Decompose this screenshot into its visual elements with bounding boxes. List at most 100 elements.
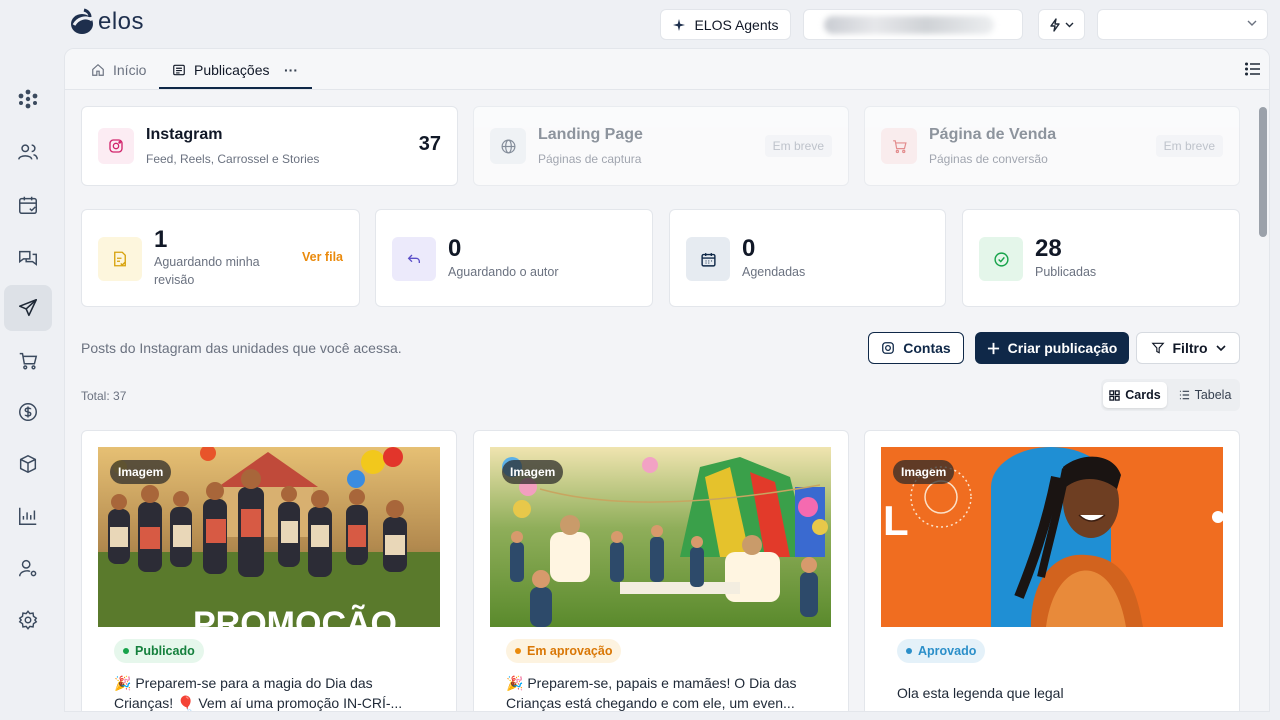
sidebar-item-calendar[interactable] bbox=[4, 182, 52, 228]
post-image-kids-party[interactable]: PROMOÇÃO Imagem bbox=[98, 447, 440, 627]
grid-icon bbox=[1109, 389, 1121, 401]
chevron-down-icon bbox=[1215, 344, 1226, 351]
channel-card-sales-page: Página de Venda Páginas de conversão Em … bbox=[864, 106, 1240, 186]
instagram-icon bbox=[109, 139, 123, 153]
document-review-icon bbox=[114, 251, 126, 267]
tab-home-label: Início bbox=[113, 61, 147, 78]
create-publication-label: Criar publicação bbox=[1007, 340, 1118, 356]
channel-card-instagram[interactable]: Instagram Feed, Reels, Carrossel e Stori… bbox=[81, 106, 458, 186]
elos-agents-button[interactable]: ELOS Agents bbox=[660, 9, 791, 40]
plus-icon bbox=[987, 342, 999, 354]
calendar-icon bbox=[700, 252, 716, 267]
stat-card-scheduled[interactable]: 0 Agendadas bbox=[669, 209, 946, 307]
reply-icon-box bbox=[392, 237, 436, 281]
stat-label: Aguardando minha revisão bbox=[154, 255, 260, 287]
post-image-family-party[interactable]: Imagem bbox=[490, 447, 831, 627]
tab-publications-label: Publicações bbox=[194, 61, 270, 78]
calendar-icon-box bbox=[686, 237, 730, 281]
tab-bar: Início Publicações ··· bbox=[65, 49, 1269, 90]
chevron-down-icon bbox=[1065, 22, 1074, 27]
post-caption: Ola esta legenda que legal bbox=[897, 685, 1064, 701]
dollar-icon bbox=[19, 403, 37, 421]
channel-card-landing-page: Landing Page Páginas de captura Em breve bbox=[473, 106, 849, 186]
view-table-button[interactable]: Tabela bbox=[1173, 382, 1237, 408]
stat-value: 0 bbox=[742, 235, 756, 262]
create-publication-button[interactable]: Criar publicação bbox=[975, 332, 1129, 364]
sidebar-item-network[interactable] bbox=[4, 76, 52, 122]
channel-title: Landing Page bbox=[538, 126, 643, 143]
chart-icon bbox=[19, 507, 37, 525]
channel-subtitle: Feed, Reels, Carrossel e Stories bbox=[146, 152, 320, 166]
sidebar-item-chat[interactable] bbox=[4, 235, 52, 281]
post-card[interactable]: L Imagem Aprovado Ola esta legenda que l… bbox=[864, 430, 1240, 711]
sidebar-item-users[interactable] bbox=[4, 129, 52, 175]
post-caption: 🎉 Preparem-se para a magia do Dia das Cr… bbox=[114, 675, 403, 711]
channel-count: 37 bbox=[418, 133, 441, 155]
elos-agents-label: ELOS Agents bbox=[694, 16, 779, 33]
view-queue-link[interactable]: Ver fila bbox=[302, 250, 343, 264]
post-card[interactable]: PROMOÇÃO Imagem Publicado 🎉 Preparem-se … bbox=[81, 430, 457, 711]
tab-home[interactable]: Início bbox=[91, 49, 146, 90]
gear-icon bbox=[18, 610, 38, 630]
post-card[interactable]: Imagem Em aprovação 🎉 Preparem-se, papai… bbox=[473, 430, 849, 711]
tab-more[interactable]: ··· bbox=[284, 49, 298, 90]
sidebar-item-cart[interactable] bbox=[4, 338, 52, 384]
accounts-button[interactable]: Contas bbox=[868, 332, 964, 364]
channel-title: Página de Venda bbox=[929, 126, 1057, 143]
stat-label: Publicadas bbox=[1035, 265, 1097, 279]
stat-card-published[interactable]: 28 Publicadas bbox=[962, 209, 1240, 307]
status-label: Publicado bbox=[135, 644, 195, 658]
check-circle-icon bbox=[993, 251, 1009, 267]
sidebar-item-user-settings[interactable] bbox=[4, 545, 52, 591]
stat-value: 28 bbox=[1035, 235, 1062, 262]
stat-label: Aguardando o autor bbox=[448, 265, 559, 279]
stat-card-my-review[interactable]: 1 Aguardando minha revisão Ver fila bbox=[81, 209, 360, 307]
tab-publications[interactable]: Publicações bbox=[172, 49, 270, 90]
media-type-tag: Imagem bbox=[893, 460, 955, 484]
post-caption: 🎉 Preparem-se, papais e mamães! O Dia da… bbox=[506, 675, 797, 711]
blurred-account-name bbox=[824, 16, 994, 34]
home-icon bbox=[92, 63, 104, 76]
calendar-check-icon bbox=[19, 196, 37, 214]
unit-select[interactable] bbox=[1097, 9, 1268, 40]
quick-actions-button[interactable] bbox=[1038, 9, 1085, 40]
send-icon bbox=[18, 298, 38, 317]
main-panel: Início Publicações ··· Instagram Feed, R… bbox=[64, 48, 1270, 712]
post-overlay-text: L bbox=[883, 497, 909, 544]
brand-logo[interactable]: elos bbox=[70, 8, 144, 36]
sidebar-item-settings[interactable] bbox=[4, 597, 52, 643]
menu-list-icon[interactable] bbox=[1245, 62, 1261, 76]
chat-icon bbox=[19, 250, 37, 266]
box-icon bbox=[19, 455, 37, 473]
stat-label: Agendadas bbox=[742, 265, 806, 279]
check-icon-box bbox=[979, 237, 1023, 281]
view-toggle: Cards Tabela bbox=[1101, 379, 1240, 411]
view-cards-button[interactable]: Cards bbox=[1103, 382, 1167, 408]
review-icon-box bbox=[98, 237, 142, 281]
stat-card-awaiting-author[interactable]: 0 Aguardando o autor bbox=[375, 209, 653, 307]
coming-soon-badge: Em breve bbox=[764, 135, 832, 157]
view-cards-label: Cards bbox=[1125, 388, 1161, 402]
account-selector[interactable] bbox=[803, 9, 1023, 40]
filter-button[interactable]: Filtro bbox=[1136, 332, 1240, 364]
reply-icon bbox=[407, 254, 420, 263]
sidebar-item-finance[interactable] bbox=[4, 389, 52, 435]
stat-value: 1 bbox=[154, 226, 168, 253]
user-settings-icon bbox=[19, 559, 37, 577]
channel-subtitle: Páginas de captura bbox=[538, 152, 642, 166]
filter-icon bbox=[1150, 342, 1165, 354]
post-image-portrait[interactable]: L Imagem bbox=[881, 447, 1223, 627]
globe-icon-box bbox=[490, 128, 526, 164]
sidebar-item-reports[interactable] bbox=[4, 493, 52, 539]
network-icon bbox=[18, 89, 38, 109]
stat-value: 0 bbox=[448, 235, 462, 262]
status-label: Em aprovação bbox=[527, 644, 613, 658]
sidebar-item-publications[interactable] bbox=[4, 285, 52, 331]
media-type-tag: Imagem bbox=[502, 460, 564, 484]
scrollbar-thumb[interactable] bbox=[1259, 107, 1267, 237]
sidebar-item-products[interactable] bbox=[4, 441, 52, 487]
total-count: Total: 37 bbox=[81, 389, 127, 403]
channel-title: Instagram bbox=[146, 126, 223, 143]
active-tab-underline bbox=[159, 87, 312, 89]
list-icon bbox=[1179, 390, 1189, 400]
